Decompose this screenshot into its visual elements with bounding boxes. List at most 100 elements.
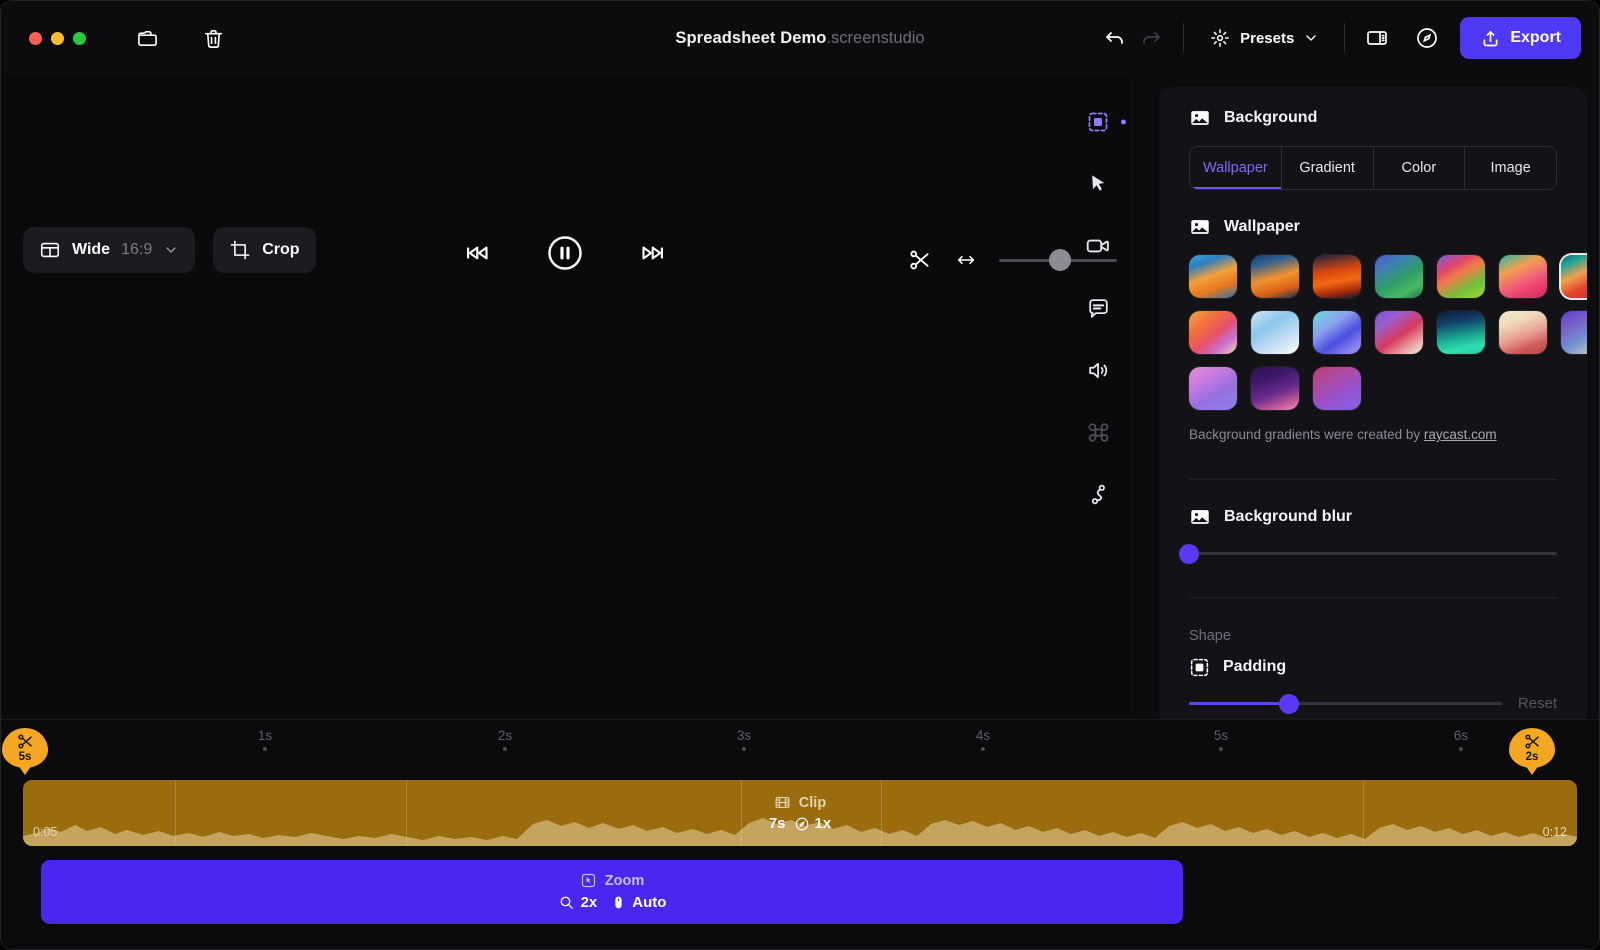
padding-slider-row: Reset <box>1189 695 1557 713</box>
tab-wallpaper[interactable]: Wallpaper <box>1190 147 1282 189</box>
slider-knob[interactable] <box>1049 249 1071 271</box>
timeline-tick-label: 1s <box>258 728 272 743</box>
aspect-ratio-button[interactable]: Wide 16:9 <box>23 227 195 273</box>
presets-button[interactable]: Presets <box>1199 21 1329 55</box>
timeline-tick: 2s <box>498 728 512 751</box>
timeline-trim-marker[interactable]: 2s <box>1509 728 1555 776</box>
clip-split-line <box>741 780 742 846</box>
rail-item-shortcuts[interactable] <box>1080 414 1116 450</box>
timeline-tick-dot <box>981 747 985 751</box>
timeline-tick-label: 3s <box>737 728 751 743</box>
timeline-clip[interactable]: Clip 7s 1x 0:05 0:12 <box>23 780 1577 846</box>
aspect-label: Wide <box>72 241 110 259</box>
timeline-tick: 1s <box>258 728 272 751</box>
slider-knob[interactable] <box>1279 694 1299 714</box>
wallpaper-swatch[interactable] <box>1313 311 1361 354</box>
image-icon <box>1189 506 1211 528</box>
timeline-trim-marker[interactable]: 5s <box>2 728 48 776</box>
rail-item-audio[interactable] <box>1080 352 1116 388</box>
export-button[interactable]: Export <box>1460 17 1581 59</box>
background-blur-header: Background blur <box>1189 506 1557 528</box>
background-blur-slider[interactable] <box>1189 545 1557 563</box>
timeline-zoom-slider[interactable] <box>999 251 1117 269</box>
split-button[interactable] <box>907 247 933 273</box>
rail-item-path[interactable] <box>1080 476 1116 512</box>
wallpaper-section-title: Wallpaper <box>1224 218 1300 236</box>
wallpaper-swatch[interactable] <box>1313 367 1361 410</box>
wallpaper-swatch[interactable] <box>1561 255 1587 298</box>
timeline-ruler[interactable]: 1s2s3s4s5s6s <box>1 720 1599 770</box>
raycast-link[interactable]: raycast.com <box>1424 427 1497 442</box>
crop-button[interactable]: Crop <box>213 227 315 273</box>
background-section-header: Background <box>1189 107 1557 129</box>
clip-split-line <box>881 780 882 846</box>
slider-knob[interactable] <box>1179 544 1199 564</box>
wallpaper-swatch[interactable] <box>1499 255 1547 298</box>
trash-icon[interactable] <box>196 21 230 55</box>
chevron-down-icon <box>1303 30 1319 46</box>
rail-item-captions[interactable] <box>1080 290 1116 326</box>
zoom-mode: Auto <box>611 894 666 911</box>
wallpaper-swatch[interactable] <box>1561 311 1587 354</box>
image-icon <box>1189 107 1211 129</box>
minimize-button[interactable] <box>51 32 64 45</box>
wallpaper-swatch[interactable] <box>1251 311 1299 354</box>
maximize-button[interactable] <box>73 32 86 45</box>
redo-icon[interactable] <box>1134 21 1168 55</box>
tool-rail <box>1067 96 1129 512</box>
close-button[interactable] <box>29 32 42 45</box>
wallpaper-swatch[interactable] <box>1189 367 1237 410</box>
wallpaper-swatch[interactable] <box>1189 255 1237 298</box>
fit-icon[interactable] <box>955 249 977 271</box>
wallpaper-swatch[interactable] <box>1251 367 1299 410</box>
presets-label: Presets <box>1240 30 1294 47</box>
timeline-tick: 5s <box>1214 728 1228 751</box>
wallpaper-swatch[interactable] <box>1375 255 1423 298</box>
tab-image[interactable]: Image <box>1465 147 1556 189</box>
padding-slider[interactable] <box>1189 695 1502 713</box>
pause-button[interactable] <box>545 233 585 273</box>
title-bar: Spreadsheet Demo.screenstudio Presets <box>1 1 1599 75</box>
aspect-ratio-value: 16:9 <box>121 241 152 259</box>
panel-divider-1 <box>1189 479 1557 480</box>
document-title-main: Spreadsheet Demo <box>675 29 826 48</box>
screen-studio-window: Spreadsheet Demo.screenstudio Presets <box>0 0 1600 950</box>
wallpaper-section-header: Wallpaper <box>1189 216 1557 238</box>
padding-header: Padding <box>1189 657 1557 678</box>
cursor-icon <box>1086 172 1110 196</box>
preview-canvas[interactable] <box>1 75 1129 714</box>
panel-divider-2 <box>1189 597 1557 598</box>
magnifier-icon <box>558 894 575 911</box>
timeline-tick-label: 5s <box>1214 728 1228 743</box>
padding-label: Padding <box>1223 658 1286 676</box>
rail-item-background[interactable] <box>1080 104 1116 140</box>
wallpaper-swatch[interactable] <box>1251 255 1299 298</box>
clip-split-line <box>406 780 407 846</box>
scissors-icon <box>16 732 35 751</box>
tab-gradient[interactable]: Gradient <box>1282 147 1374 189</box>
timeline-tick-dot <box>503 747 507 751</box>
folder-icon[interactable] <box>130 21 164 55</box>
wallpaper-swatch[interactable] <box>1437 255 1485 298</box>
undo-icon[interactable] <box>1098 21 1132 55</box>
sidebar-toggle-icon[interactable] <box>1360 21 1394 55</box>
tab-color[interactable]: Color <box>1374 147 1466 189</box>
wallpaper-swatch[interactable] <box>1189 311 1237 354</box>
timeline-tick-label: 4s <box>976 728 990 743</box>
wallpaper-swatch[interactable] <box>1437 311 1485 354</box>
wallpaper-swatch[interactable] <box>1375 311 1423 354</box>
marker-bubble: 2s <box>1509 728 1555 768</box>
padding-icon <box>1189 657 1210 678</box>
image-icon <box>1189 216 1211 238</box>
rail-item-cursor[interactable] <box>1080 166 1116 202</box>
wallpaper-swatch[interactable] <box>1313 255 1361 298</box>
mouse-icon <box>611 894 626 911</box>
timeline-zoom-clip[interactable]: Zoom 2x Auto <box>41 860 1183 924</box>
padding-reset-button[interactable]: Reset <box>1518 695 1557 712</box>
skip-forward-icon[interactable] <box>635 236 669 270</box>
timeline-tick-dot <box>263 747 267 751</box>
skip-back-icon[interactable] <box>461 236 495 270</box>
speedometer-icon[interactable] <box>1410 21 1444 55</box>
wallpaper-swatch[interactable] <box>1499 311 1547 354</box>
background-blur-slider-row <box>1189 545 1557 563</box>
